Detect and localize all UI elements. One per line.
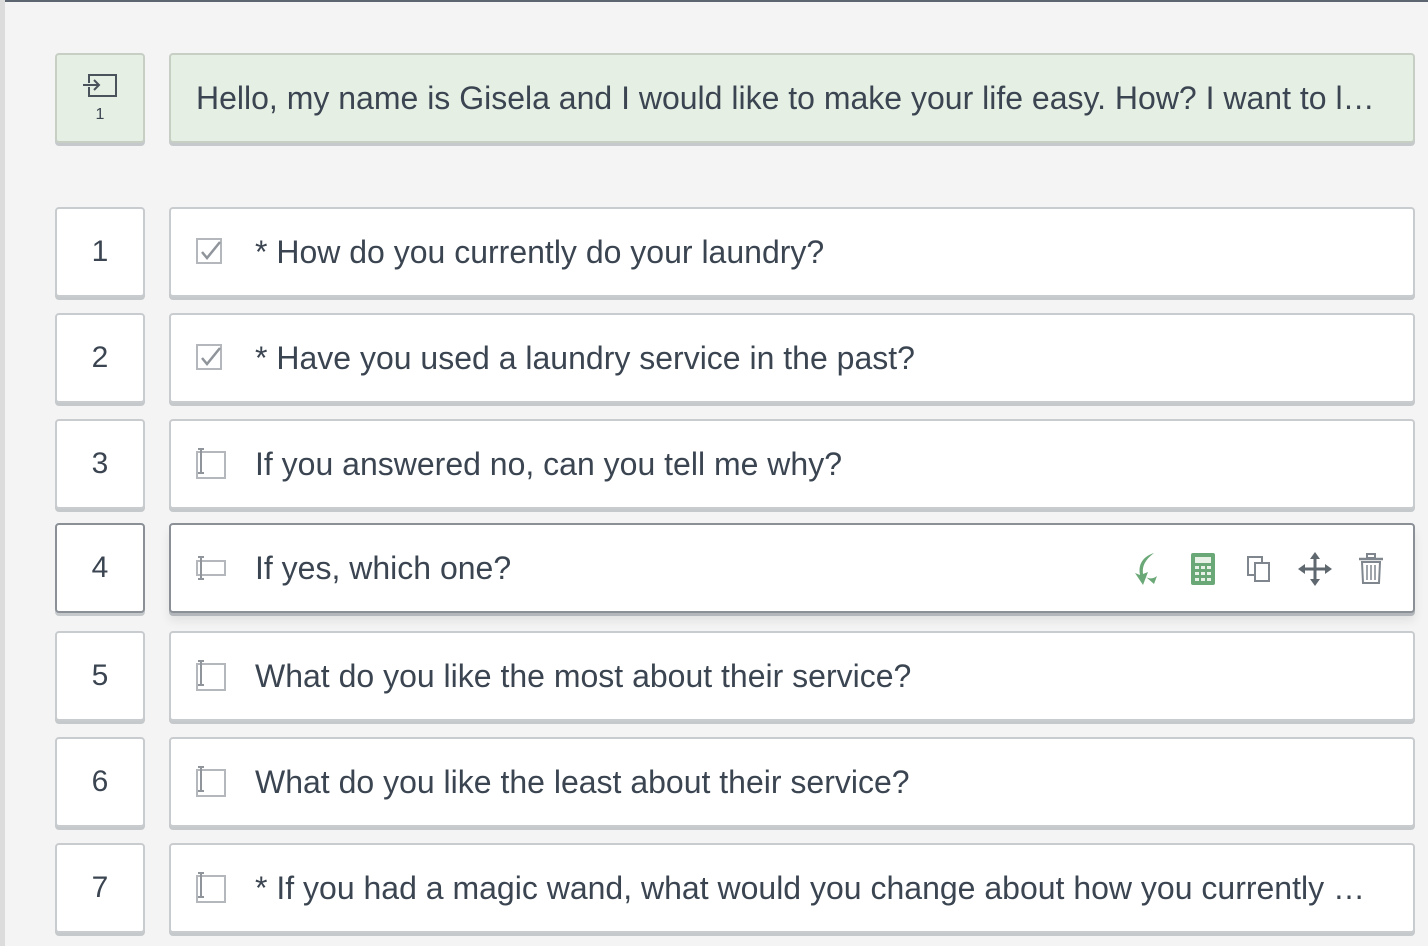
question-number[interactable]: 6 <box>55 737 145 827</box>
question-text: * How do you currently do your laundry? <box>255 234 825 270</box>
duplicate-icon <box>1247 556 1270 582</box>
intro-block-marker[interactable]: 1 <box>55 53 145 143</box>
textbox-icon <box>196 448 226 479</box>
question-card[interactable]: * If you had a magic wand, what would yo… <box>169 843 1415 933</box>
checkbox-icon <box>196 238 222 264</box>
textbox-icon <box>196 660 226 691</box>
question-text: What do you like the least about their s… <box>255 764 910 800</box>
question-text: If you answered no, can you tell me why? <box>255 446 842 482</box>
question-toolbar <box>1129 551 1389 587</box>
calculator-button[interactable] <box>1185 551 1221 587</box>
checkbox-icon <box>196 344 222 370</box>
textbox-icon <box>196 872 226 903</box>
intro-text: Hello, my name is Gisela and I would lik… <box>196 80 1391 116</box>
question-card[interactable]: * Have you used a laundry service in the… <box>169 313 1415 403</box>
question-text: * If you had a magic wand, what would yo… <box>255 870 1381 906</box>
intro-number: 1 <box>95 106 105 123</box>
question-text: If yes, which one? <box>255 550 512 586</box>
logic-icon <box>1135 553 1157 585</box>
intro-enter-icon <box>83 74 117 97</box>
delete-button[interactable] <box>1353 551 1389 587</box>
textline-icon <box>196 556 226 580</box>
question-card[interactable]: If you answered no, can you tell me why? <box>169 419 1415 509</box>
question-card-active[interactable]: If yes, which one? <box>169 523 1415 613</box>
logic-button[interactable] <box>1129 551 1165 587</box>
question-number[interactable]: 5 <box>55 631 145 721</box>
calculator-icon <box>1191 553 1215 585</box>
question-card[interactable]: What do you like the least about their s… <box>169 737 1415 827</box>
question-number[interactable]: 1 <box>55 207 145 297</box>
move-icon <box>1298 552 1332 586</box>
question-card[interactable]: What do you like the most about their se… <box>169 631 1415 721</box>
question-number[interactable]: 7 <box>55 843 145 933</box>
question-text: What do you like the most about their se… <box>255 658 912 694</box>
move-button[interactable] <box>1297 551 1333 587</box>
question-number[interactable]: 3 <box>55 419 145 509</box>
question-card[interactable]: * How do you currently do your laundry? <box>169 207 1415 297</box>
question-number[interactable]: 2 <box>55 313 145 403</box>
duplicate-button[interactable] <box>1241 551 1277 587</box>
top-divider <box>0 0 1428 2</box>
trash-icon <box>1359 553 1383 584</box>
textbox-icon <box>196 766 226 797</box>
intro-card[interactable]: Hello, my name is Gisela and I would lik… <box>169 53 1415 143</box>
left-divider <box>0 0 5 946</box>
question-number[interactable]: 4 <box>55 523 145 613</box>
question-text: * Have you used a laundry service in the… <box>255 340 915 376</box>
